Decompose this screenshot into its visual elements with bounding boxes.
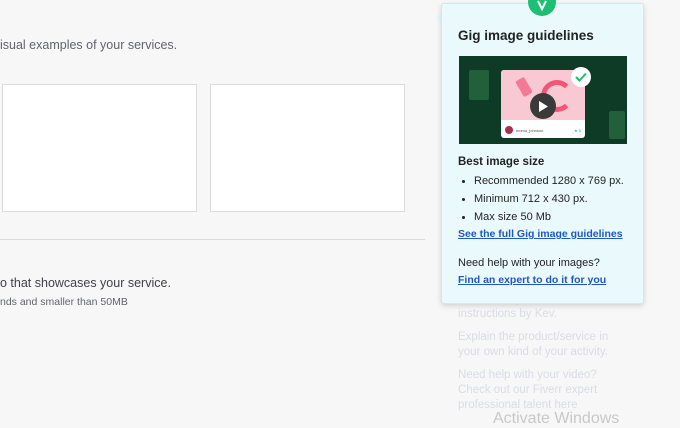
intro-description: isual examples of your services. xyxy=(0,38,178,52)
gig-image-slot[interactable] xyxy=(210,84,405,212)
sidebar-ghost-text: Video with guidelines and instructions b… xyxy=(438,290,643,427)
video-requirements: nds and smaller than 50MB xyxy=(0,296,128,308)
best-size-heading: Best image size xyxy=(458,156,545,168)
thumbnail-rating: ★ 5 xyxy=(574,127,581,133)
ghost-line: instructions by Kev. xyxy=(458,308,557,320)
gig-image-slot[interactable] xyxy=(2,84,197,212)
video-description: o that showcases your service. xyxy=(0,276,171,290)
thumbnail-card-footer: emma_johnson ★ 5 xyxy=(501,122,585,138)
activate-windows-watermark: Activate Windows xyxy=(493,410,620,427)
ghost-line: Explain the product/service in xyxy=(458,331,609,343)
list-item: Max size 50 Mb xyxy=(458,208,624,226)
help-question: Need help with your images? xyxy=(458,257,600,269)
ghost-line: your own kind of your activity. xyxy=(458,346,608,358)
ghost-line: Check out our Fiverr expert xyxy=(458,384,598,396)
guidelines-video-thumbnail[interactable]: emma_johnson ★ 5 xyxy=(459,56,627,144)
find-expert-link[interactable]: Find an expert to do it for you xyxy=(458,274,606,286)
popup-title: Gig image guidelines xyxy=(458,28,594,43)
section-divider xyxy=(0,239,425,240)
thumbnail-username: emma_johnson xyxy=(516,127,544,133)
list-item: Recommended 1280 x 769 px. xyxy=(458,172,624,190)
full-guidelines-link[interactable]: See the full Gig image guidelines xyxy=(458,228,623,240)
avatar xyxy=(505,126,513,134)
checkmark-icon xyxy=(571,67,591,87)
ghost-line: Need help with your video? xyxy=(458,369,597,381)
play-icon[interactable] xyxy=(530,93,556,119)
image-size-list: Recommended 1280 x 769 px. Minimum 712 x… xyxy=(458,172,624,226)
list-item: Minimum 712 x 430 px. xyxy=(458,190,624,208)
gig-image-guidelines-popup: Gig image guidelines emma_johnson ★ 5 Be… xyxy=(441,3,644,304)
